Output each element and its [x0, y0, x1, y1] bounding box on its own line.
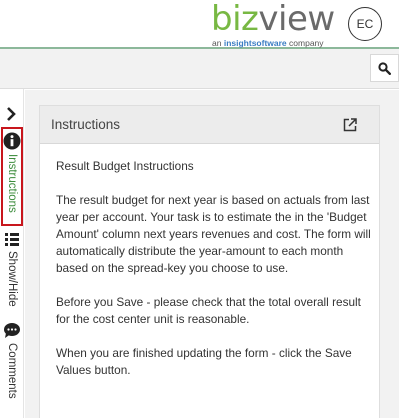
instructions-paragraph: Before you Save - please check that the …	[56, 295, 361, 326]
comment-icon	[4, 323, 20, 338]
logo-word-biz: biz	[211, 0, 259, 39]
instructions-panel: Instructions Result Budget Instructions …	[39, 105, 380, 418]
tagline-prefix: an	[212, 38, 222, 48]
sidebar-item-show-hide[interactable]: Show/Hide	[1, 232, 23, 307]
side-rail: Instructions Show/Hide Comments	[0, 89, 24, 418]
logo-wordmark: bizview	[211, 0, 335, 39]
sidebar-item-label: Instructions	[6, 154, 18, 213]
logo-tagline: an insightsoftware company	[212, 38, 324, 48]
info-icon	[3, 132, 21, 150]
instructions-paragraph: When you are finished updating the form …	[56, 346, 352, 377]
app-header: bizview an insightsoftware company EC	[0, 0, 399, 49]
chevron-right-icon[interactable]	[3, 106, 19, 122]
search-icon	[378, 61, 391, 75]
main-content: Instructions Result Budget Instructions …	[25, 90, 399, 418]
sidebar-item-instructions[interactable]: Instructions	[1, 127, 23, 226]
bizview-logo: bizview an insightsoftware company	[211, 0, 339, 49]
popout-icon[interactable]	[343, 118, 357, 132]
panel-header: Instructions	[40, 106, 379, 144]
logo-word-view: view	[258, 0, 335, 39]
sidebar-item-label: Comments	[6, 343, 18, 399]
instructions-heading: Result Budget Instructions	[56, 159, 194, 173]
panel-body: Result Budget Instructions The result bu…	[56, 158, 374, 396]
sidebar-item-label: Show/Hide	[6, 251, 18, 307]
user-avatar[interactable]: EC	[348, 7, 382, 41]
search-button[interactable]	[370, 54, 399, 82]
instructions-paragraph: The result budget for next year is based…	[56, 193, 371, 275]
toolbar	[0, 49, 399, 89]
list-icon	[5, 233, 19, 246]
tagline-suffix: company	[289, 38, 324, 48]
panel-title: Instructions	[51, 117, 121, 132]
sidebar-item-comments[interactable]: Comments	[1, 322, 23, 399]
tagline-brand: insightsoftware	[223, 38, 287, 48]
